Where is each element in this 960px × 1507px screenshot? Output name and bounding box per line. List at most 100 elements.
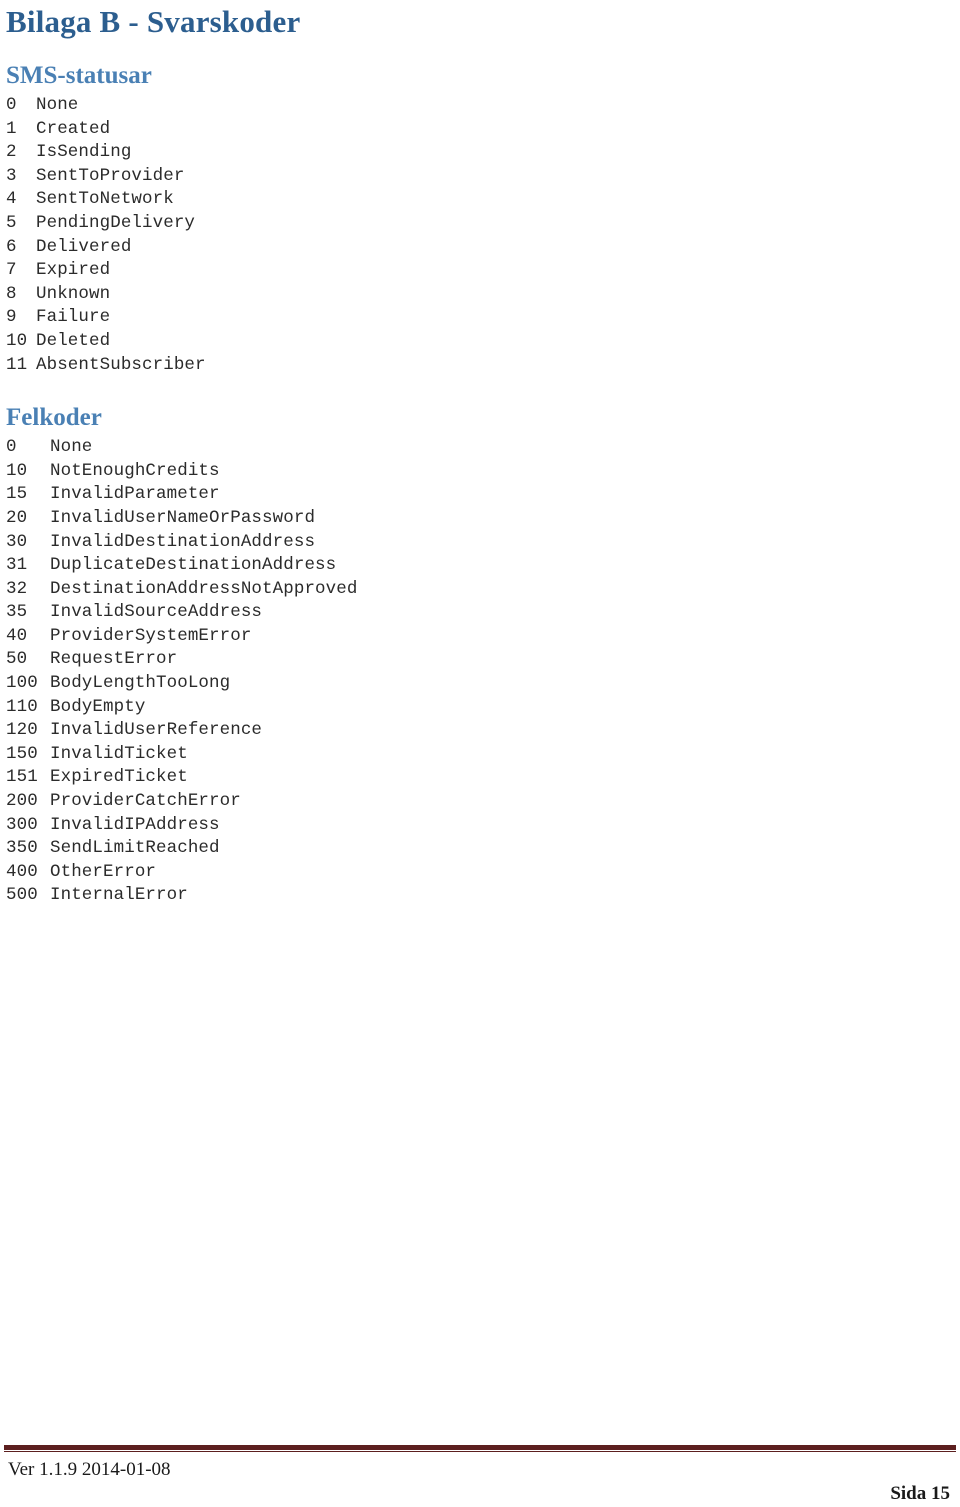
code-label: Delivered <box>36 236 132 257</box>
code-value: 10 <box>6 460 28 481</box>
code-list-item: 4 SentToNetwork <box>6 188 960 212</box>
code-label: InvalidParameter <box>50 484 220 505</box>
code-list-item: 9 Failure <box>6 306 960 330</box>
section-felkoder: Felkoder 0 None 10 NotEnoughCredits 15 Invali… <box>0 404 960 908</box>
code-label: InvalidTicket <box>50 743 188 764</box>
code-value: 300 <box>6 814 38 835</box>
code-label: InvalidIPAddress <box>50 814 220 835</box>
code-value: 31 <box>6 555 28 576</box>
code-value: 11 <box>6 354 28 375</box>
code-value: 7 <box>6 260 17 281</box>
code-value: 100 <box>6 673 38 694</box>
footer-divider-rule <box>4 1445 956 1452</box>
code-value: 40 <box>6 625 28 646</box>
code-label: AbsentSubscriber <box>36 354 206 375</box>
code-value: 15 <box>6 484 28 505</box>
code-label: Unknown <box>36 283 111 304</box>
code-value: 6 <box>6 236 17 257</box>
code-label: SentToProvider <box>36 165 185 186</box>
page-title: Bilaga B - Svarskoder <box>6 4 301 39</box>
code-value: 151 <box>6 767 38 788</box>
code-label: PendingDelivery <box>36 212 196 233</box>
page-content: Bilaga B - Svarskoder SMS-statusar 0 None… <box>0 0 960 908</box>
code-list-item: 50 RequestError <box>6 648 960 672</box>
footer-version-text: Ver 1.1.9 2014-01-08 <box>8 1459 171 1480</box>
code-list-item: 150 InvalidTicket <box>6 743 960 767</box>
code-label: ExpiredTicket <box>50 767 188 788</box>
code-label: BodyEmpty <box>50 696 146 717</box>
code-label: SendLimitReached <box>50 838 220 859</box>
code-list-item: 100 BodyLengthTooLong <box>6 672 960 696</box>
code-list-item: 3 SentToProvider <box>6 165 960 189</box>
code-list-item: 120 InvalidUserReference <box>6 719 960 743</box>
code-value: 50 <box>6 649 28 670</box>
code-value: 0 <box>6 95 17 115</box>
code-list-item: 8 Unknown <box>6 283 960 307</box>
code-list-item: 0 None <box>6 94 960 118</box>
code-list-item: 30 InvalidDestinationAddress <box>6 531 960 555</box>
code-list-item: 1 Created <box>6 118 960 142</box>
code-label: Deleted <box>36 330 111 351</box>
code-label: SentToNetwork <box>36 189 174 210</box>
code-list-item: 2 IsSending <box>6 141 960 165</box>
code-label: Expired <box>36 260 111 281</box>
code-value: 150 <box>6 743 38 764</box>
code-label: ProviderCatchError <box>50 791 241 812</box>
sms-status-code-list: 0 None 1 Created 2 IsSending 3 SentToProvider 4 S… <box>0 90 960 377</box>
code-value: 9 <box>6 307 17 328</box>
code-value: 4 <box>6 189 17 210</box>
footer-rule-thin <box>4 1451 956 1452</box>
code-value: 0 <box>6 437 17 458</box>
code-label: Failure <box>36 307 111 328</box>
code-value: 32 <box>6 578 28 599</box>
code-label: None <box>50 437 93 458</box>
code-label: InvalidSourceAddress <box>50 602 263 623</box>
code-value: 8 <box>6 283 17 304</box>
code-value: 30 <box>6 531 28 552</box>
code-list-item: 31 DuplicateDestinationAddress <box>6 554 960 578</box>
code-list-item: 40 ProviderSystemError <box>6 625 960 649</box>
document-page: Bilaga B - Svarskoder SMS-statusar 0 None… <box>0 0 960 1507</box>
error-code-list: 0 None 10 NotEnoughCredits 15 InvalidParamete… <box>0 432 960 908</box>
code-list-item: 400 OtherError <box>6 861 960 885</box>
code-value: 120 <box>6 720 38 741</box>
code-value: 400 <box>6 861 38 882</box>
code-list-item: 151 ExpiredTicket <box>6 766 960 790</box>
code-list-item: 0 None <box>6 436 960 460</box>
code-label: InvalidUserReference <box>50 720 263 741</box>
code-list-item: 110 BodyEmpty <box>6 696 960 720</box>
code-value: 35 <box>6 602 28 623</box>
code-label: IsSending <box>36 142 132 163</box>
section-heading-felkoder: Felkoder <box>6 404 102 432</box>
code-label: NotEnoughCredits <box>50 460 220 481</box>
code-list-item: 350 SendLimitReached <box>6 837 960 861</box>
code-value: 350 <box>6 838 38 859</box>
footer-page-number: Sida 15 <box>890 1483 950 1504</box>
code-value: 110 <box>6 696 38 717</box>
code-label: InvalidDestinationAddress <box>50 531 316 552</box>
section-heading-sms-statusar: SMS-statusar <box>6 62 152 89</box>
code-label: ProviderSystemError <box>50 625 252 646</box>
code-label: None <box>36 95 79 115</box>
code-list-item: 11 AbsentSubscriber <box>6 354 960 378</box>
code-value: 5 <box>6 212 17 233</box>
code-list-item: 20 InvalidUserNameOrPassword <box>6 507 960 531</box>
code-value: 3 <box>6 165 17 186</box>
code-label: Created <box>36 118 111 139</box>
page-footer: Ver 1.1.9 2014-01-08 Sida 15 <box>0 1407 960 1507</box>
code-list-item: 10 Deleted <box>6 330 960 354</box>
code-label: InvalidUserNameOrPassword <box>50 507 316 528</box>
code-list-item: 300 InvalidIPAddress <box>6 814 960 838</box>
code-value: 500 <box>6 885 38 906</box>
code-list-item: 7 Expired <box>6 259 960 283</box>
code-list-item: 35 InvalidSourceAddress <box>6 601 960 625</box>
code-value: 1 <box>6 118 17 139</box>
code-list-item: 10 NotEnoughCredits <box>6 460 960 484</box>
code-list-item: 200 ProviderCatchError <box>6 790 960 814</box>
code-label: DuplicateDestinationAddress <box>50 555 337 576</box>
code-value: 20 <box>6 507 28 528</box>
code-label: DestinationAddressNotApproved <box>50 578 358 599</box>
code-label: InternalError <box>50 885 188 906</box>
code-label: OtherError <box>50 861 157 882</box>
code-list-item: 500 InternalError <box>6 884 960 908</box>
